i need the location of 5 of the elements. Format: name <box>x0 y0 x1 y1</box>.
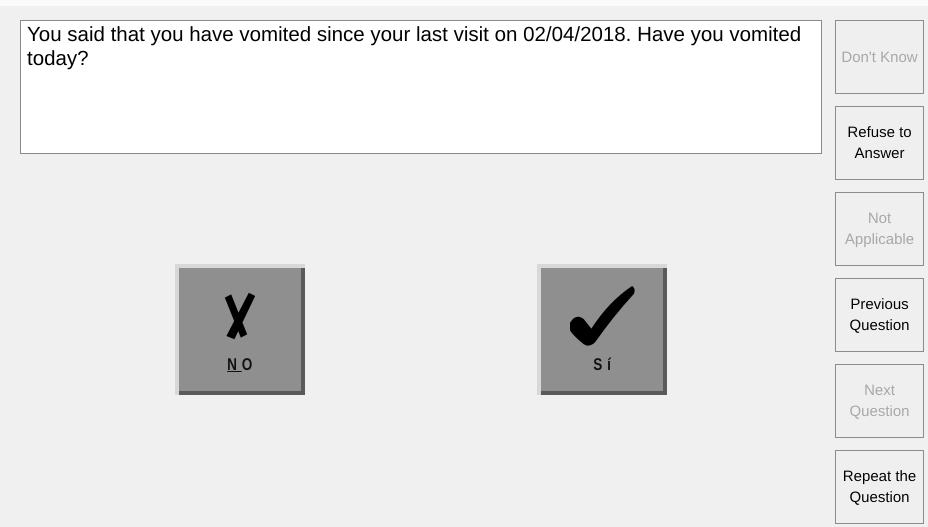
question-text: You said that you have vomited since your last visit on 02/04/2018. Have you vomited today? <box>20 20 822 154</box>
option-button[interactable]: Repeat the Question <box>835 450 924 524</box>
option-button[interactable]: Previous Question <box>835 278 924 352</box>
yes-button[interactable]: Sí <box>537 264 667 394</box>
option-button[interactable]: Refuse to Answer <box>835 106 924 180</box>
